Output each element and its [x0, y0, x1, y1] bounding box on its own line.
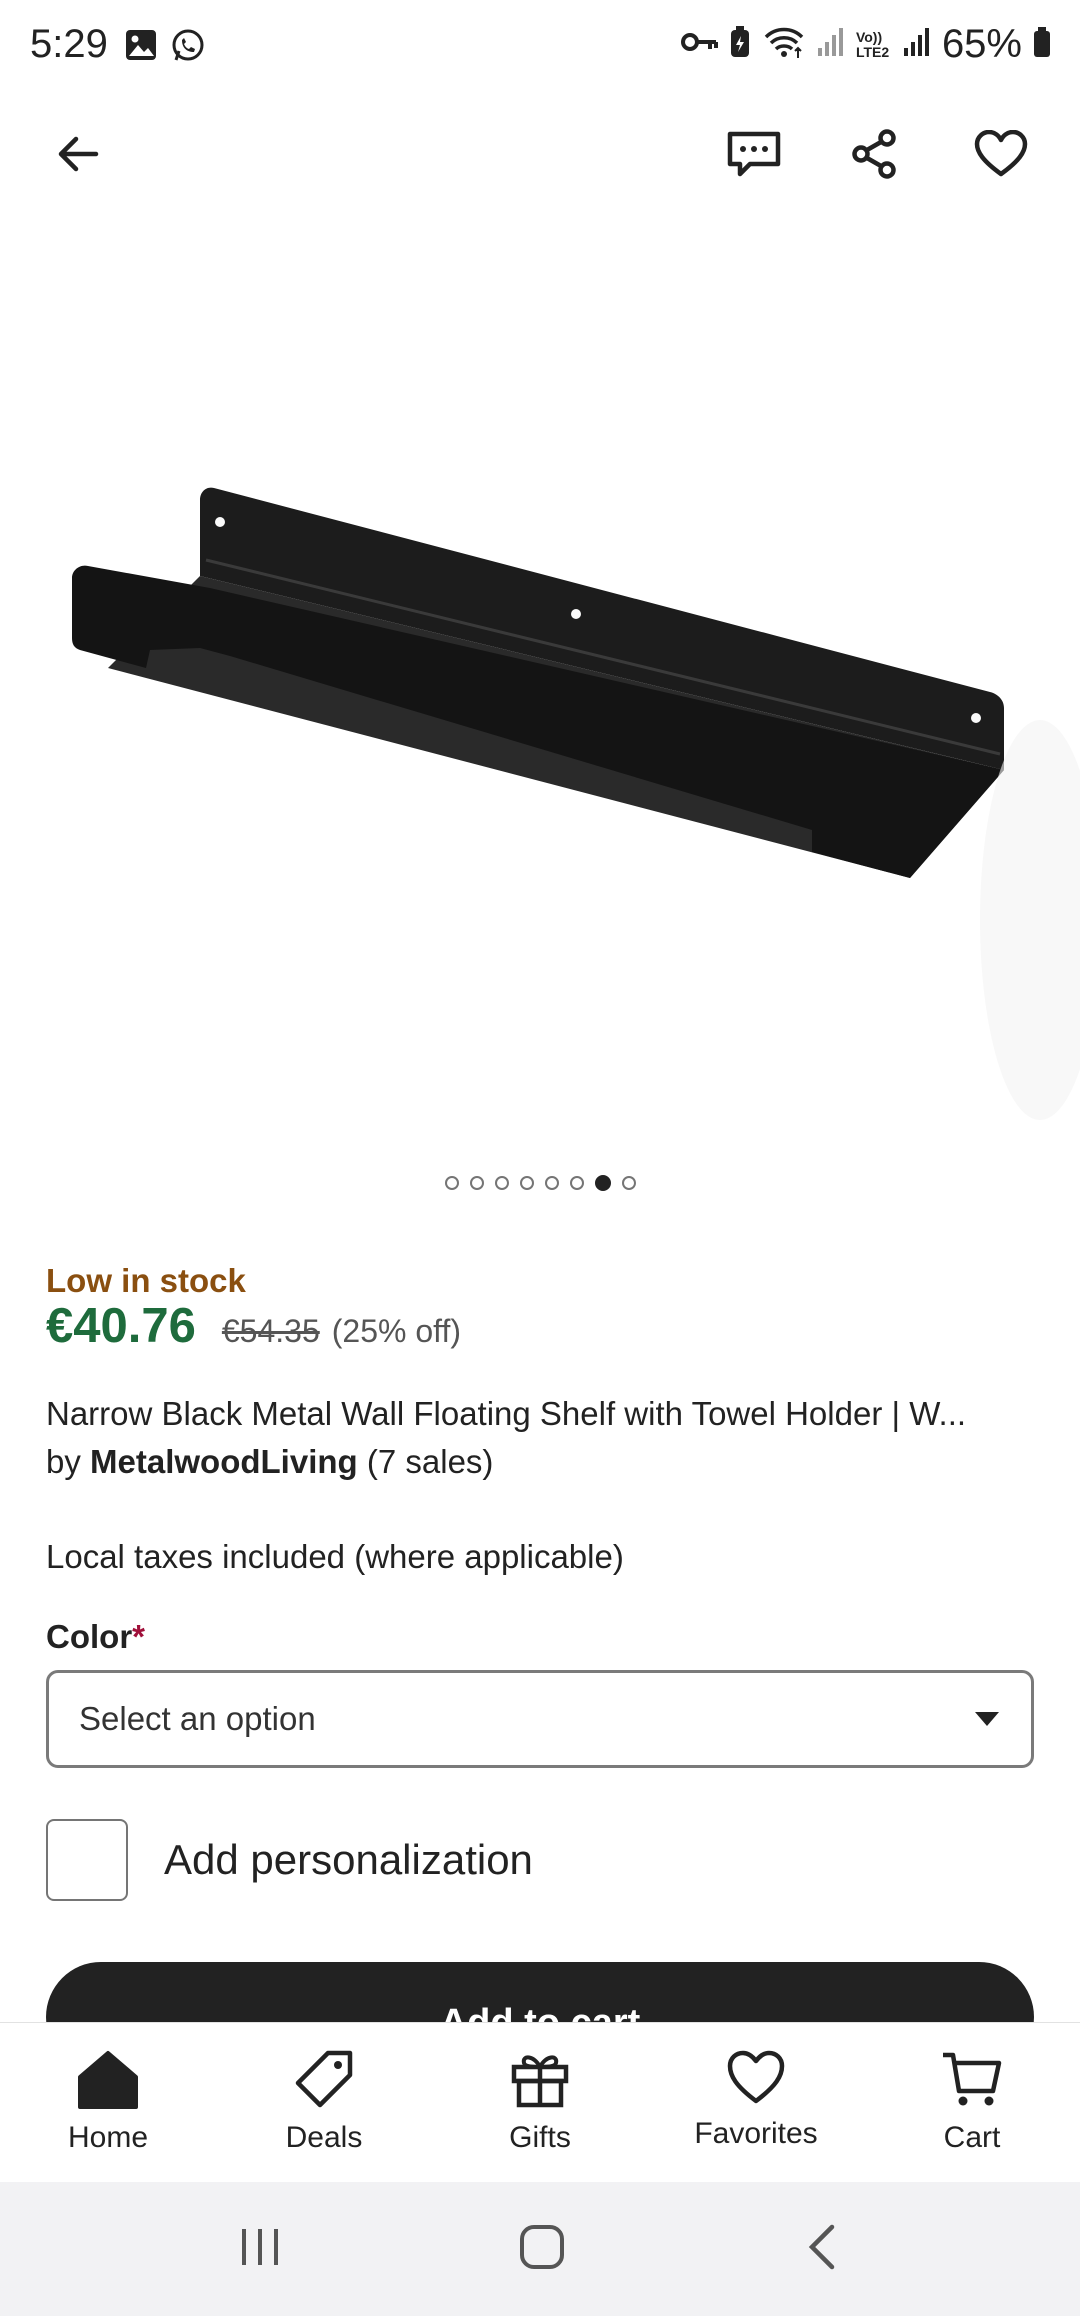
bottom-navigation: Home Deals Gifts Favorites Cart: [0, 2022, 1080, 2183]
carousel-dot[interactable]: [469, 1176, 484, 1190]
nav-gifts-label: Gifts: [509, 2121, 571, 2154]
price-row: €40.76 €54.35 (25% off): [46, 1298, 461, 1354]
signal-icon-2: [902, 26, 932, 63]
carousel-dot-active[interactable]: [594, 1175, 611, 1191]
home-icon: [78, 2051, 138, 2109]
home-square-icon: [520, 2224, 564, 2269]
battery-percent: 65%: [941, 22, 1022, 66]
recent-apps-button[interactable]: [238, 2225, 282, 2274]
nav-deals[interactable]: Deals: [216, 2023, 432, 2183]
product-image: [72, 487, 1080, 1120]
carousel-dot[interactable]: [569, 1176, 584, 1190]
shop-name-link[interactable]: MetalwoodLiving: [90, 1443, 358, 1480]
color-label-text: Color: [46, 1618, 133, 1655]
share-button[interactable]: [827, 106, 923, 202]
tag-icon: [295, 2050, 353, 2108]
key-icon: [680, 30, 718, 59]
carousel-dot[interactable]: [544, 1176, 559, 1190]
original-price: €54.35: [221, 1313, 320, 1349]
required-asterisk: *: [132, 1618, 146, 1655]
message-seller-button[interactable]: [706, 106, 802, 202]
gallery-icon: [124, 28, 158, 69]
volte-icon: Vo)) LTE2: [855, 28, 892, 60]
status-time: 5:29: [30, 22, 108, 66]
carousel-dot[interactable]: [494, 1176, 509, 1190]
shop-sales: (7 sales): [366, 1443, 494, 1480]
share-icon: [852, 129, 896, 179]
dropdown-arrow-icon: [975, 1712, 999, 1726]
battery-saver-icon: [728, 25, 752, 64]
personalization-label[interactable]: Add personalization: [164, 1836, 533, 1884]
status-right: Vo)) LTE2 65%: [680, 22, 1052, 67]
product-title[interactable]: Narrow Black Metal Wall Floating Shelf w…: [46, 1395, 1036, 1433]
status-left-icons: [124, 28, 206, 69]
favorite-heart-icon: [974, 130, 1028, 177]
color-select[interactable]: Select an option: [46, 1670, 1034, 1768]
carousel-pagination: [0, 1175, 1080, 1191]
taxes-note: Local taxes included (where applicable): [46, 1538, 624, 1575]
system-back-button[interactable]: [802, 2223, 842, 2276]
product-image-carousel[interactable]: [0, 200, 1080, 1160]
color-label: Color*: [46, 1618, 145, 1656]
wifi-icon: [762, 24, 806, 65]
gift-icon: [511, 2055, 569, 2108]
shop-byline: by MetalwoodLiving (7 sales): [46, 1443, 493, 1481]
volte-text: Vo)) LTE2: [855, 28, 890, 60]
nav-cart[interactable]: Cart: [864, 2023, 1080, 2183]
current-price: €40.76: [46, 1299, 196, 1353]
personalization-row[interactable]: Add personalization: [46, 1819, 533, 1901]
battery-icon: [1032, 26, 1052, 63]
heart-icon: [727, 2050, 785, 2104]
back-button[interactable]: [30, 106, 126, 202]
nav-home[interactable]: Home: [0, 2023, 216, 2183]
stock-status: Low in stock: [46, 1262, 246, 1299]
system-back-icon: [808, 2224, 835, 2269]
status-bar: 5:29 Vo)) LTE2 65%: [0, 0, 1080, 96]
carousel-dot[interactable]: [621, 1176, 636, 1190]
personalization-checkbox[interactable]: [46, 1819, 128, 1901]
nav-deals-label: Deals: [285, 2121, 363, 2154]
carousel-dot[interactable]: [444, 1176, 459, 1190]
select-placeholder: Select an option: [79, 1700, 316, 1737]
by-text: by: [46, 1443, 81, 1480]
nav-cart-label: Cart: [943, 2121, 1001, 2154]
discount-label: (25% off): [331, 1313, 461, 1349]
nav-gifts[interactable]: Gifts: [432, 2023, 648, 2183]
back-arrow-icon: [58, 136, 99, 172]
nav-home-label: Home: [67, 2121, 149, 2154]
home-system-button[interactable]: [518, 2223, 566, 2276]
recent-apps-icon: [242, 2228, 278, 2265]
nav-favorites-label: Favorites: [694, 2117, 818, 2150]
nav-favorites[interactable]: Favorites: [648, 2023, 864, 2183]
carousel-dot[interactable]: [519, 1176, 534, 1190]
cart-icon: [943, 2052, 1002, 2106]
system-navigation-bar: [0, 2182, 1080, 2316]
message-icon: [727, 131, 781, 177]
favorite-button[interactable]: [953, 106, 1049, 202]
signal-icon: [816, 26, 846, 63]
whatsapp-icon: [170, 28, 206, 69]
